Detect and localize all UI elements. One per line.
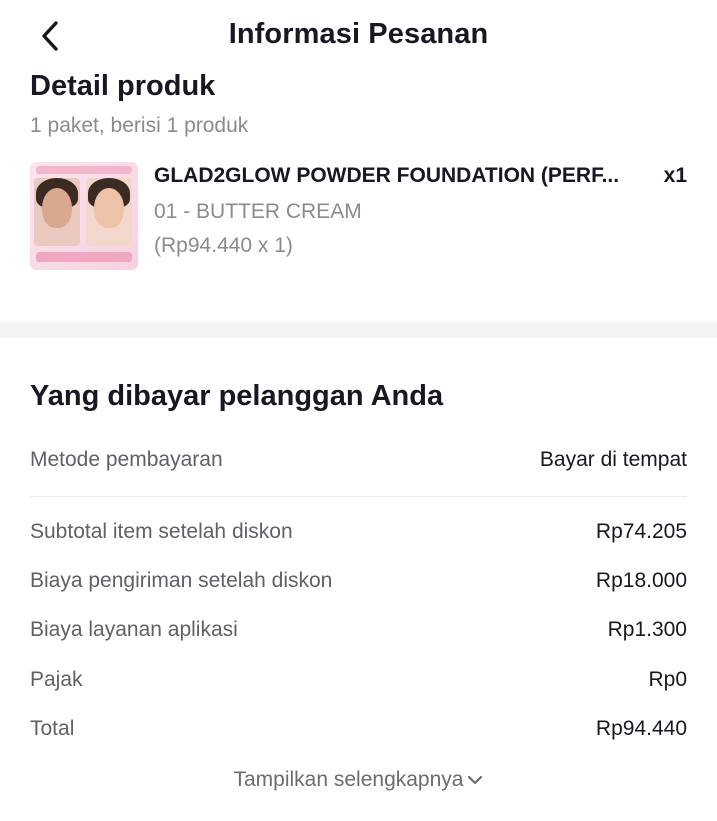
product-detail-title: Detail produk bbox=[30, 70, 216, 102]
payment-method-label: Metode pembayaran bbox=[30, 448, 223, 471]
chevron-down-icon bbox=[467, 768, 483, 792]
row-divider bbox=[30, 496, 687, 497]
page-title: Informasi Pesanan bbox=[228, 18, 489, 50]
product-variant: 01 - BUTTER CREAM bbox=[154, 200, 362, 223]
payment-method-row: Metode pembayaran Bayar di tempat bbox=[30, 448, 687, 478]
package-info: 1 paket, berisi 1 produk bbox=[30, 114, 249, 137]
product-thumbnail[interactable] bbox=[30, 162, 138, 270]
total-value: Rp94.440 bbox=[595, 717, 687, 740]
payment-method-value: Bayar di tempat bbox=[539, 448, 687, 471]
show-more-button[interactable]: Tampilkan selengkapnya bbox=[0, 768, 717, 792]
section-divider bbox=[0, 322, 717, 338]
total-row: Total Rp94.440 bbox=[30, 717, 687, 747]
service-fee-label: Biaya layanan aplikasi bbox=[30, 618, 238, 641]
product-name: GLAD2GLOW POWDER FOUNDATION (PERF... bbox=[154, 164, 620, 187]
service-fee-row: Biaya layanan aplikasi Rp1.300 bbox=[30, 618, 687, 648]
shipping-fee-label: Biaya pengiriman setelah diskon bbox=[30, 569, 333, 592]
product-item[interactable]: GLAD2GLOW POWDER FOUNDATION (PERF... x1 … bbox=[30, 160, 687, 272]
thumbnail-strip bbox=[36, 252, 132, 262]
shipping-fee-row: Biaya pengiriman setelah diskon Rp18.000 bbox=[30, 569, 687, 599]
service-fee-value: Rp1.300 bbox=[607, 618, 687, 641]
subtotal-label: Subtotal item setelah diskon bbox=[30, 520, 293, 543]
tax-row: Pajak Rp0 bbox=[30, 668, 687, 698]
shipping-fee-value: Rp18.000 bbox=[595, 569, 687, 592]
tax-label: Pajak bbox=[30, 668, 83, 691]
model-image-right bbox=[86, 178, 132, 246]
product-quantity: x1 bbox=[663, 164, 687, 187]
product-unit-price: (Rp94.440 x 1) bbox=[154, 234, 293, 257]
thumbnail-banner bbox=[36, 166, 132, 174]
subtotal-value: Rp74.205 bbox=[595, 520, 687, 543]
tax-value: Rp0 bbox=[648, 668, 687, 691]
model-image-left bbox=[34, 178, 80, 246]
show-more-label: Tampilkan selengkapnya bbox=[233, 768, 464, 791]
header: Informasi Pesanan bbox=[0, 0, 717, 72]
payment-section-title: Yang dibayar pelanggan Anda bbox=[30, 380, 444, 412]
subtotal-row: Subtotal item setelah diskon Rp74.205 bbox=[30, 520, 687, 550]
total-label: Total bbox=[30, 717, 75, 740]
